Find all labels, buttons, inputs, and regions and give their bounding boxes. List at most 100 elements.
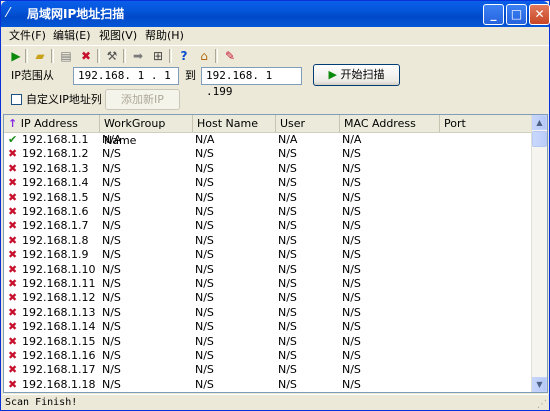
cell-ip: 192.168.1.6 — [22, 205, 89, 218]
table-row[interactable]: ✖ 192.168.1.6 N/S N/S N/S N/S — [4, 205, 532, 219]
cell-user: N/S — [278, 262, 297, 276]
add-ip-button[interactable]: 添加新IP — [105, 89, 180, 110]
cell-mac: N/S — [342, 219, 361, 233]
title-bar[interactable]: ⁄ 局域网IP地址扫描 _ □ ✕ — [1, 1, 550, 27]
cell-workgroup: N/S — [102, 320, 121, 334]
menu-file[interactable]: 文件(F) — [9, 28, 46, 44]
cell-host: N/S — [195, 377, 214, 391]
scan-results-list[interactable]: ↑ IP Address WorkGroup Name Host Name Us… — [3, 114, 548, 393]
cross-icon: ✖ — [8, 349, 18, 362]
table-row[interactable]: ✖ 192.168.1.10 N/S N/S N/S N/S — [4, 263, 532, 277]
cell-user: N/S — [278, 219, 297, 233]
network-icon[interactable]: ⊞ — [149, 47, 167, 65]
cell-mac: N/S — [342, 334, 361, 348]
cross-icon: ✖ — [8, 320, 18, 334]
check-icon: ✔ — [8, 133, 18, 146]
minimize-button[interactable]: _ — [483, 4, 504, 25]
table-row[interactable]: ✖ 192.168.1.14 N/S N/S N/S N/S — [4, 320, 532, 334]
table-row[interactable]: ✖ 192.168.1.17 N/S N/S N/S N/S — [4, 363, 532, 377]
cell-ip: 192.168.1.17 — [22, 363, 96, 377]
cross-icon: ✖ — [8, 205, 18, 218]
cell-ip: 192.168.1.13 — [22, 305, 96, 319]
custom-ip-checkbox[interactable] — [11, 94, 22, 105]
cell-mac: N/S — [342, 320, 361, 334]
send-icon[interactable]: ➡ — [129, 47, 147, 65]
cell-host: N/S — [195, 320, 214, 334]
cell-mac: N/S — [342, 176, 361, 190]
cell-ip: 192.168.1.10 — [22, 262, 96, 276]
table-row[interactable]: ✖ 192.168.1.16 N/S N/S N/S N/S — [4, 349, 532, 363]
to-label: 到 — [185, 69, 196, 82]
cross-icon: ✖ — [8, 219, 18, 233]
tools-icon[interactable]: ⚒ — [103, 47, 121, 65]
vertical-scrollbar[interactable]: ▲ ▼ — [531, 115, 547, 392]
toolbar-separator — [25, 49, 28, 63]
scroll-thumb[interactable] — [532, 131, 547, 147]
cell-host: N/S — [195, 233, 214, 247]
cell-workgroup: N/S — [102, 147, 121, 161]
menu-view[interactable]: 视图(V) — [99, 28, 137, 44]
col-workgroup[interactable]: WorkGroup Name — [100, 115, 193, 147]
table-row[interactable]: ✖ 192.168.1.15 N/S N/S N/S N/S — [4, 335, 532, 349]
table-row[interactable]: ✖ 192.168.1.8 N/S N/S N/S N/S — [4, 234, 532, 248]
end-ip-field[interactable]: 192.168. 1 .199 — [201, 67, 302, 98]
table-row[interactable]: ✖ 192.168.1.12 N/S N/S N/S N/S — [4, 291, 532, 305]
table-row[interactable]: ✖ 192.168.1.13 N/S N/S N/S N/S — [4, 306, 532, 320]
col-host-name[interactable]: Host Name — [193, 115, 276, 132]
scroll-down-button[interactable]: ▼ — [532, 377, 547, 392]
start-ip-field[interactable]: 192.168. 1 . 1 — [73, 67, 179, 85]
cell-mac: N/S — [342, 277, 361, 290]
cell-ip: 192.168.1.18 — [22, 377, 96, 391]
table-row[interactable]: ✖ 192.168.1.3 N/S N/S N/S N/S — [4, 162, 532, 176]
open-folder-icon[interactable]: ▰ — [31, 47, 49, 65]
table-row[interactable]: ✖ 192.168.1.5 N/S N/S N/S N/S — [4, 191, 532, 205]
table-row[interactable]: ✔ 192.168.1.1 N/A N/A N/A N/A — [4, 133, 532, 147]
toolbar-separator — [97, 49, 100, 63]
table-row[interactable]: ✖ 192.168.1.7 N/S N/S N/S N/S — [4, 219, 532, 233]
run-icon[interactable]: ▶ — [7, 47, 25, 65]
table-row[interactable]: ✖ 192.168.1.9 N/S N/S N/S N/S — [4, 248, 532, 262]
main-window: ⁄ 局域网IP地址扫描 _ □ ✕ 文件(F) 编辑(E) 视图(V) 帮助(H… — [0, 0, 550, 411]
cell-ip: 192.168.1.14 — [22, 320, 96, 334]
cell-host: N/S — [195, 363, 214, 377]
cell-ip: 192.168.1.12 — [22, 291, 96, 305]
toolbar-separator — [51, 49, 54, 63]
ip-range-label: IP范围从 — [11, 69, 54, 82]
menu-help[interactable]: 帮助(H) — [145, 28, 184, 44]
cell-workgroup: N/S — [102, 377, 121, 391]
cell-host: N/S — [195, 334, 214, 348]
toolbar: ▶ ▰ ▤ ✖ ⚒ ➡ ⊞ ? ⌂ ✎ — [3, 45, 549, 66]
start-scan-button[interactable]: ▶ 开始扫描 — [313, 64, 400, 86]
cell-host: N/A — [195, 133, 215, 146]
col-mac-address[interactable]: MAC Address — [340, 115, 440, 132]
cross-icon: ✖ — [8, 161, 18, 175]
resize-grip-icon[interactable]: ⋰ — [537, 399, 547, 410]
table-row[interactable]: ✖ 192.168.1.4 N/S N/S N/S N/S — [4, 176, 532, 190]
table-row[interactable]: ✖ 192.168.1.18 N/S N/S N/S N/S — [4, 378, 532, 392]
home-icon[interactable]: ⌂ — [195, 47, 213, 65]
cell-workgroup: N/S — [102, 277, 121, 290]
cell-mac: N/S — [342, 305, 361, 319]
col-port[interactable]: Port — [440, 115, 532, 132]
cell-ip: 192.168.1.4 — [22, 176, 89, 190]
cell-workgroup: N/S — [102, 334, 121, 348]
col-user[interactable]: User — [276, 115, 340, 132]
col-ip-address[interactable]: ↑ IP Address — [4, 115, 100, 132]
table-row[interactable]: ✖ 192.168.1.2 N/S N/S N/S N/S — [4, 147, 532, 161]
cell-user: N/S — [278, 377, 297, 391]
cell-user: N/S — [278, 349, 297, 362]
menu-edit[interactable]: 编辑(E) — [53, 28, 91, 44]
close-button[interactable]: ✕ — [529, 4, 550, 25]
cell-mac: N/S — [342, 147, 361, 161]
maximize-button[interactable]: □ — [506, 4, 527, 25]
table-row[interactable]: ✖ 192.168.1.11 N/S N/S N/S N/S — [4, 277, 532, 291]
cell-workgroup: N/S — [102, 291, 121, 305]
scroll-up-button[interactable]: ▲ — [532, 115, 547, 130]
help-icon[interactable]: ? — [175, 47, 193, 65]
settings-icon[interactable]: ✎ — [221, 47, 239, 65]
cell-mac: N/S — [342, 349, 361, 362]
cell-host: N/S — [195, 262, 214, 276]
delete-icon[interactable]: ✖ — [77, 47, 95, 65]
cell-user: N/S — [278, 305, 297, 319]
save-icon[interactable]: ▤ — [57, 47, 75, 65]
